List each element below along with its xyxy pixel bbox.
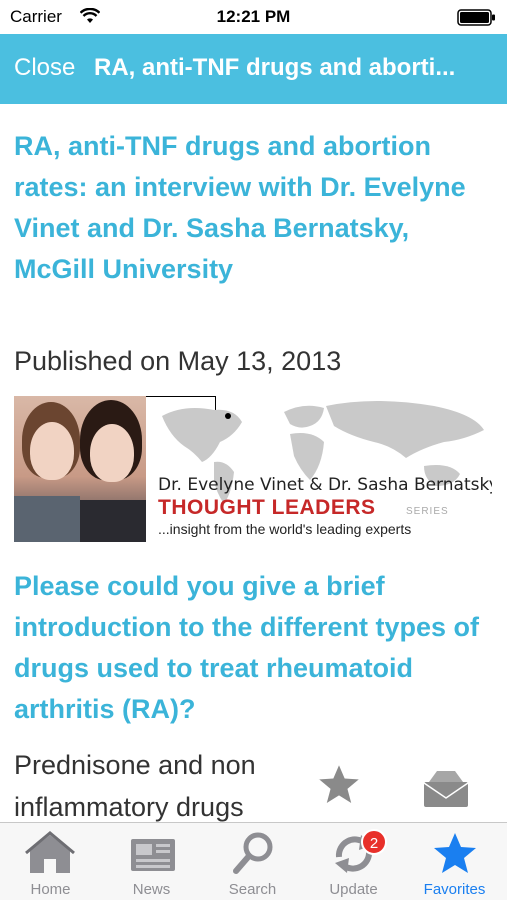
status-bar: Carrier 12:21 PM [0,0,507,34]
article-title: RA, anti-TNF drugs and abortion rates: a… [14,131,466,284]
tab-label: Favorites [423,881,486,898]
banner-speaker-names: Dr. Evelyne Vinet & Dr. Sasha Bernatsky [158,475,492,495]
star-icon [434,833,476,873]
tab-home[interactable]: Home [0,823,101,900]
close-button[interactable]: Close [14,54,75,82]
home-icon [25,831,75,873]
tab-label: News [132,881,171,898]
battery-icon [457,9,495,26]
tab-update[interactable]: 2 Update [303,823,404,900]
tab-news[interactable]: News [101,823,202,900]
refresh-icon [335,835,373,873]
tab-search[interactable]: Search [202,823,303,900]
nav-bar: Close RA, anti-TNF drugs and aborti... [0,34,507,104]
search-icon [233,832,273,874]
answer-line: Prednisone and non [14,750,256,780]
mail-icon[interactable] [423,768,469,808]
tab-label: Update [329,881,378,898]
article-content[interactable]: RA, anti-TNF drugs and abortion rates: a… [0,104,507,822]
banner-series-title: THOUGHT LEADERS [158,496,376,519]
tab-label: Home [30,881,71,898]
banner-series-tag: SERIES [406,506,449,517]
update-badge: 2 [361,829,387,855]
banner-tagline: ...insight from the world's leading expe… [158,521,412,537]
interview-question: Please could you give a brief introducti… [14,571,479,724]
tab-label: Search [228,881,277,898]
newspaper-icon [131,839,175,871]
article-banner-image: Dr. Evelyne Vinet & Dr. Sasha Bernatsky … [14,396,492,542]
answer-line: inflammatory drugs [14,792,244,822]
star-icon[interactable] [316,762,362,806]
speakers-photo [14,396,146,542]
tab-favorites[interactable]: Favorites [404,823,505,900]
interview-answer: Prednisone and non inflammatory drugs [14,744,494,822]
tab-bar: Home News Search 2 Update Favorites [0,822,507,900]
status-time: 12:21 PM [216,7,291,26]
published-date: Published on May 13, 2013 [14,346,342,376]
nav-title: RA, anti-TNF drugs and aborti... [94,54,456,81]
